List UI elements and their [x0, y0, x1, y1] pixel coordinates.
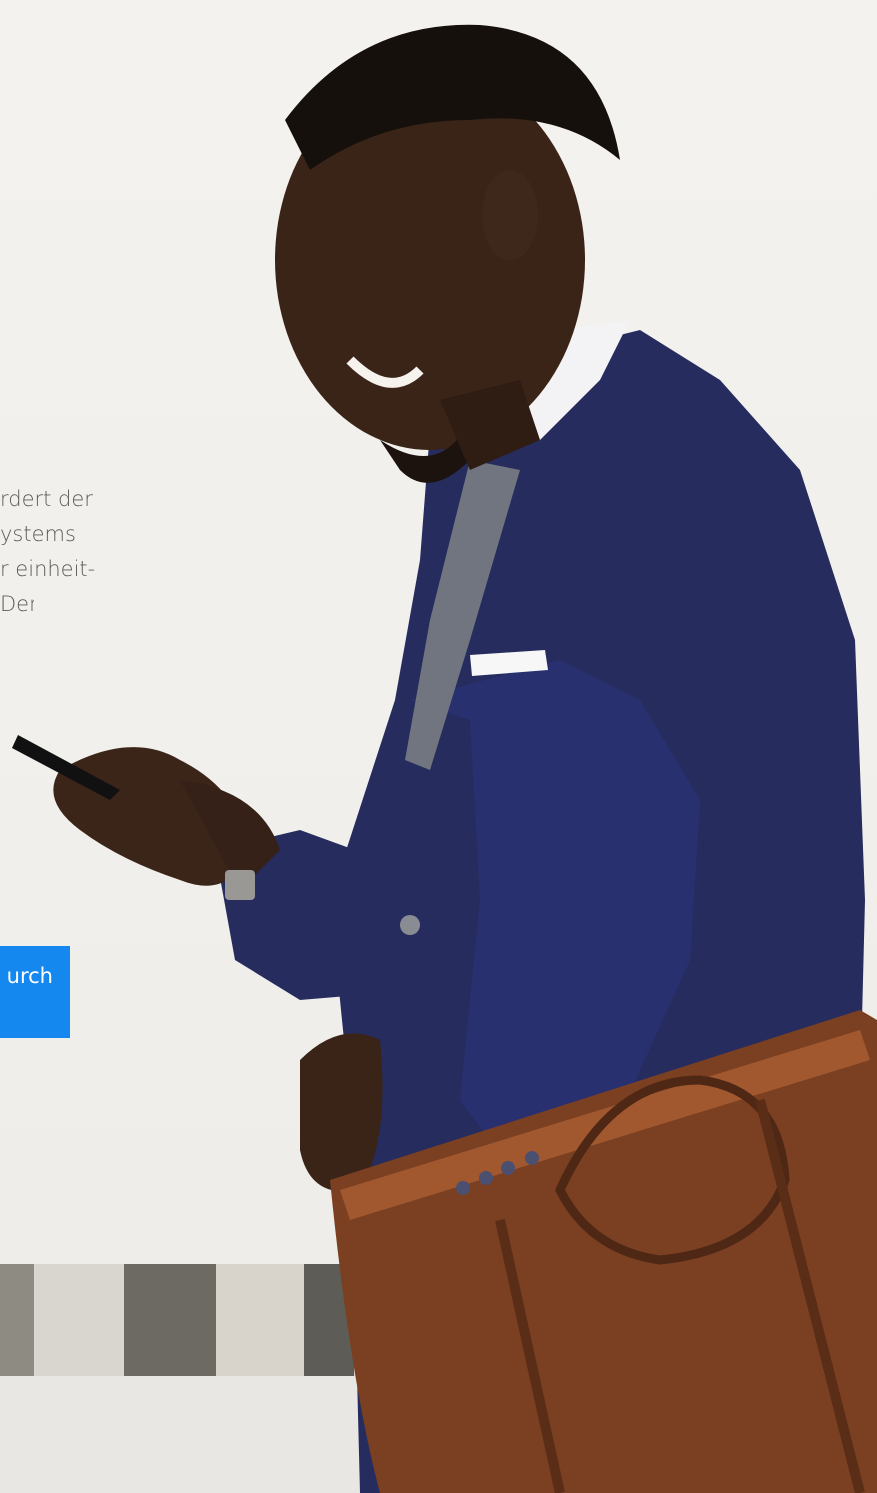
intro-paragraph: rdert der ystems r einheit- Der: [0, 482, 260, 622]
cta-button-label: urch: [6, 964, 53, 988]
intro-line: r einheit-: [0, 557, 96, 581]
intro-line: ystems: [0, 522, 76, 546]
intro-line: rdert der: [0, 487, 93, 511]
intro-line: Der: [0, 592, 34, 616]
cta-button[interactable]: urch: [0, 946, 70, 1038]
hero-section: rdert der ystems r einheit- Der urch: [0, 0, 877, 1493]
businessman-photo: [0, 24, 877, 1493]
